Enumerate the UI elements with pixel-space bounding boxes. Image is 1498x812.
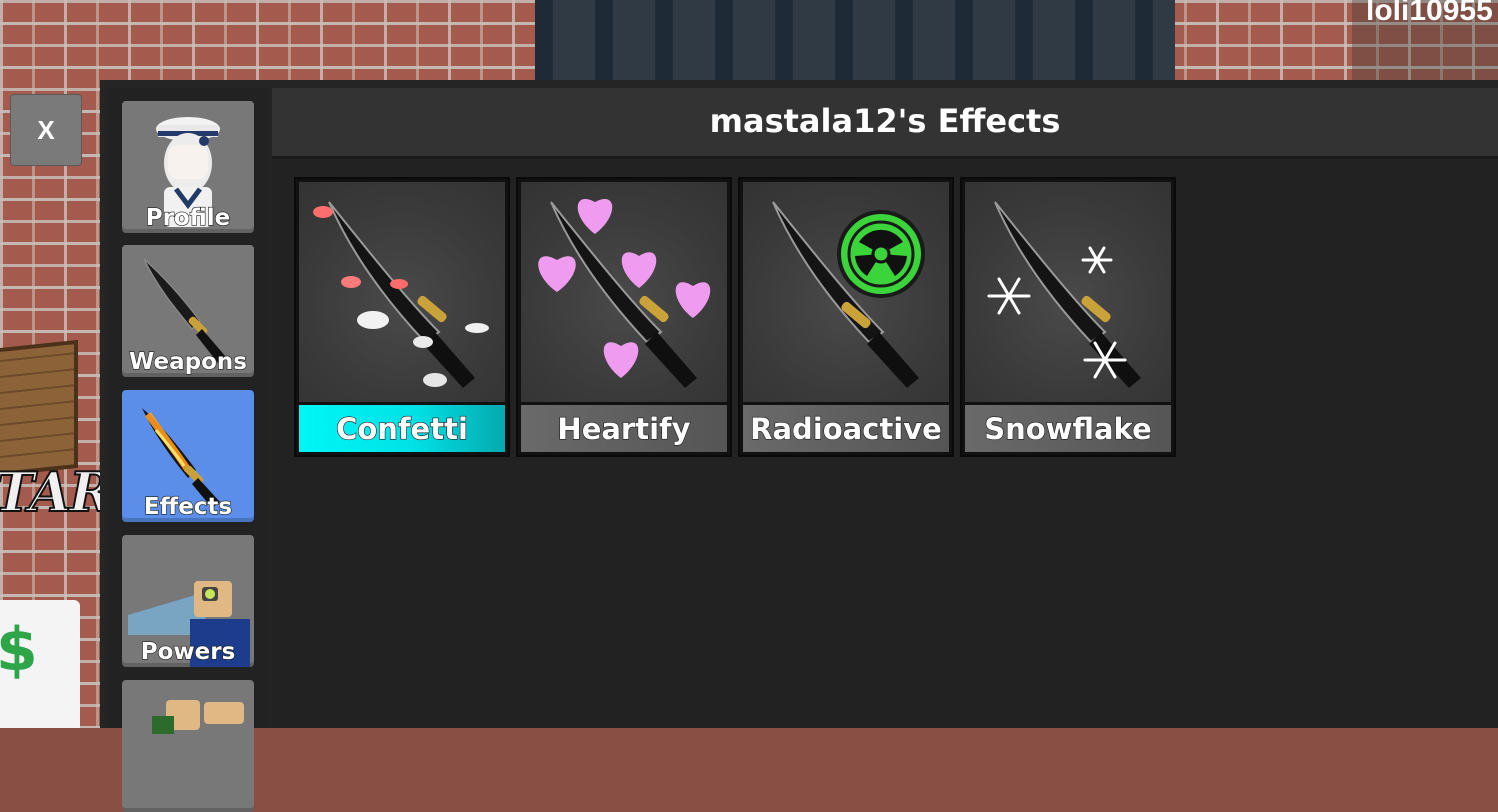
page-title: mastala12's Effects [709, 102, 1061, 140]
page-header: mastala12's Effects [272, 88, 1498, 159]
effect-card-label: Confetti [299, 405, 505, 452]
knife-hearts-icon [521, 182, 727, 402]
sidebar-item-label: Effects [143, 493, 233, 520]
sidebar-item-label: Weapons [128, 348, 247, 375]
effect-card-label: Radioactive [743, 405, 949, 452]
sidebar-item-weapons[interactable]: Weapons [122, 245, 254, 377]
sidebar-item-label: Powers [140, 638, 236, 665]
knife-confetti-icon [299, 182, 505, 402]
effect-card-heartify[interactable]: Heartify [516, 177, 732, 457]
player-username: loli10955 [1366, 0, 1493, 27]
sidebar-item-character[interactable] [122, 680, 254, 812]
sidebar-item-profile[interactable]: Profile [122, 101, 254, 233]
effect-card-radioactive[interactable]: Radioactive [738, 177, 954, 457]
close-button[interactable]: X [10, 94, 82, 166]
character-icon [122, 680, 254, 812]
wooden-crate [0, 339, 78, 479]
effect-card-confetti[interactable]: Confetti [294, 177, 510, 457]
sidebar-item-effects[interactable]: Effects [122, 390, 254, 522]
sidebar-item-label: Profile [145, 204, 231, 231]
effect-card-label: Heartify [521, 405, 727, 452]
effect-card-label: Snowflake [965, 405, 1171, 452]
sidebar-item-powers[interactable]: Powers [122, 535, 254, 667]
knife-radioactive-icon [743, 182, 949, 402]
effect-card-snowflake[interactable]: Snowflake [960, 177, 1176, 457]
dollar-icon: $ [0, 615, 38, 685]
knife-snowflake-icon [965, 182, 1171, 402]
